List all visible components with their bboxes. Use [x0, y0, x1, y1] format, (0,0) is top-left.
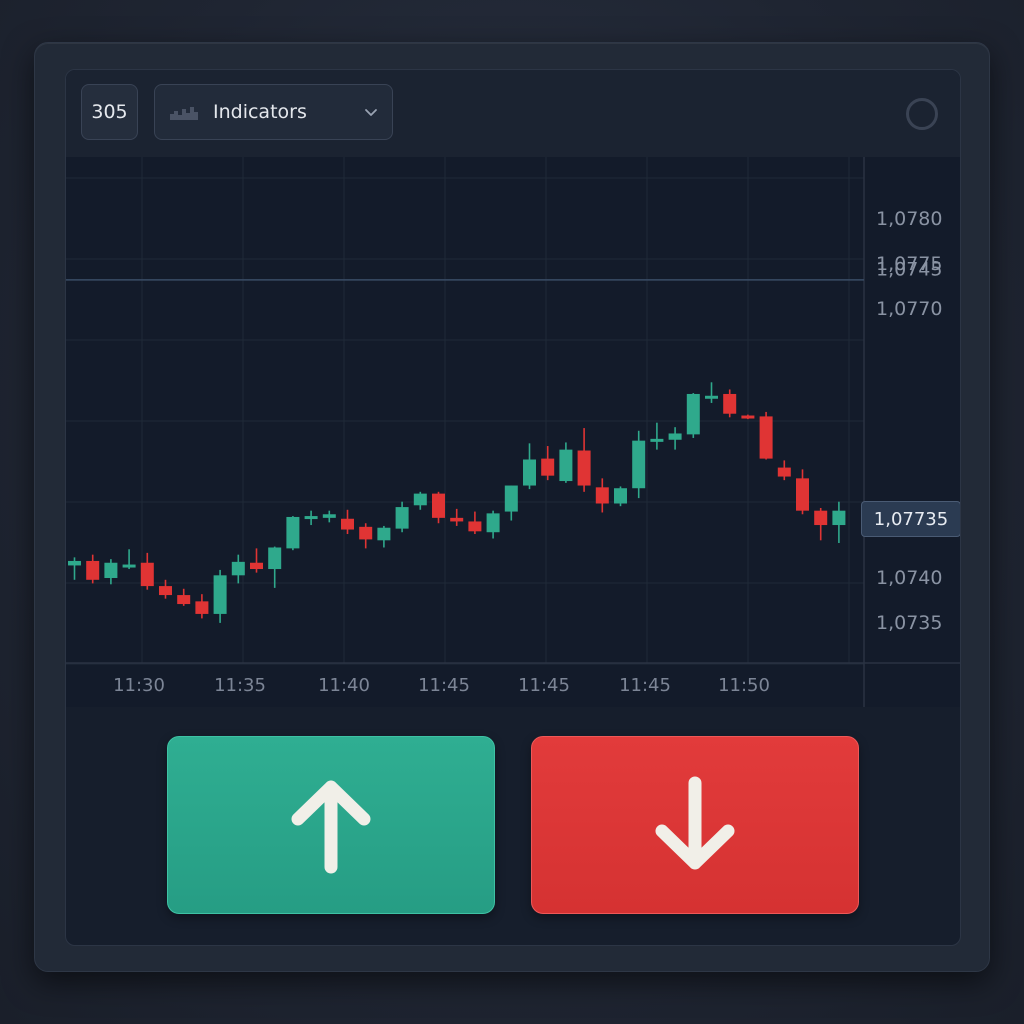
x-axis-label: 11:45 — [619, 675, 671, 696]
current-price-label: 1,07735 — [873, 508, 949, 530]
candle-body — [341, 518, 354, 530]
candle-body — [577, 450, 591, 486]
candle-body — [395, 507, 409, 529]
candle-body — [686, 393, 700, 435]
candle-body — [650, 438, 664, 442]
timeframe-label: 305 — [91, 101, 128, 123]
candle-body — [595, 487, 609, 504]
candle-body — [741, 415, 755, 419]
trade-buttons — [66, 707, 960, 945]
candle-body — [486, 513, 500, 533]
candle-body — [140, 562, 154, 587]
y-axis-label: 1,0735 — [876, 612, 942, 634]
arrow-down-icon — [655, 776, 735, 870]
bar-chart-icon — [170, 107, 198, 120]
indicators-label: Indicators — [213, 101, 307, 123]
candle-body — [286, 516, 300, 549]
timeframe-button[interactable]: 305 — [81, 84, 138, 140]
candle-body — [268, 547, 282, 570]
candle-body — [832, 510, 846, 526]
x-axis-label: 11:30 — [113, 675, 165, 696]
buy-up-button[interactable] — [167, 736, 495, 914]
y-axis-label: 1,0745 — [876, 258, 942, 280]
y-axis-label: 1,0780 — [876, 208, 942, 230]
sell-down-button[interactable] — [531, 736, 859, 914]
candle-body — [777, 467, 791, 477]
trading-widget: 305 Indicators 1,0780 1,0775 1,0770 1,0745 1… — [65, 69, 961, 946]
candle-body — [432, 493, 445, 518]
candlestick-chart: 1,07801,07751,07701,07451,07401,073511:3… — [66, 157, 960, 707]
candle-body — [322, 514, 336, 518]
candle-body — [122, 564, 136, 568]
candle-body — [159, 586, 172, 596]
candle-body — [705, 395, 718, 399]
candle-body — [86, 560, 100, 580]
settings-icon[interactable] — [906, 98, 938, 130]
indicators-dropdown[interactable]: Indicators — [154, 84, 393, 140]
x-axis-label: 11:50 — [718, 675, 770, 696]
candle-body — [195, 601, 209, 614]
candle-body — [814, 510, 828, 526]
x-axis-label: 11:45 — [418, 675, 470, 696]
candle-body — [377, 527, 391, 541]
candle-body — [468, 521, 482, 532]
candle-body — [796, 478, 809, 511]
candle-body — [104, 562, 118, 579]
candle-body — [504, 485, 518, 512]
candle-body — [250, 562, 263, 570]
x-axis-label: 11:35 — [214, 675, 266, 696]
candle-body — [614, 488, 627, 504]
chevron-down-icon — [365, 109, 377, 116]
candle-body — [632, 440, 646, 489]
candle-body — [231, 561, 245, 576]
candle-body — [177, 595, 191, 605]
candle-body — [759, 416, 773, 459]
candle-body — [541, 458, 555, 476]
candle-body — [304, 516, 318, 520]
candle-body — [413, 493, 427, 506]
current-price-tag: 1,07735 — [861, 501, 960, 537]
candle-body — [68, 560, 81, 566]
chart-toolbar: 305 Indicators — [66, 70, 960, 158]
arrow-up-icon — [291, 780, 371, 874]
price-chart[interactable]: 1,0780 1,0775 1,0770 1,0745 1,0740 1,0735 11:3… — [66, 157, 960, 707]
y-axis-label: 1,0770 — [876, 298, 942, 320]
y-axis-label: 1,0740 — [876, 567, 942, 589]
candle-body — [359, 526, 373, 540]
candle-body — [523, 459, 536, 486]
candle-body — [213, 575, 227, 614]
x-axis-label: 11:45 — [518, 675, 570, 696]
candle-body — [668, 433, 682, 440]
x-axis-label: 11:40 — [318, 675, 370, 696]
candle-body — [723, 393, 737, 414]
candle-body — [450, 517, 464, 522]
candle-body — [559, 449, 573, 482]
